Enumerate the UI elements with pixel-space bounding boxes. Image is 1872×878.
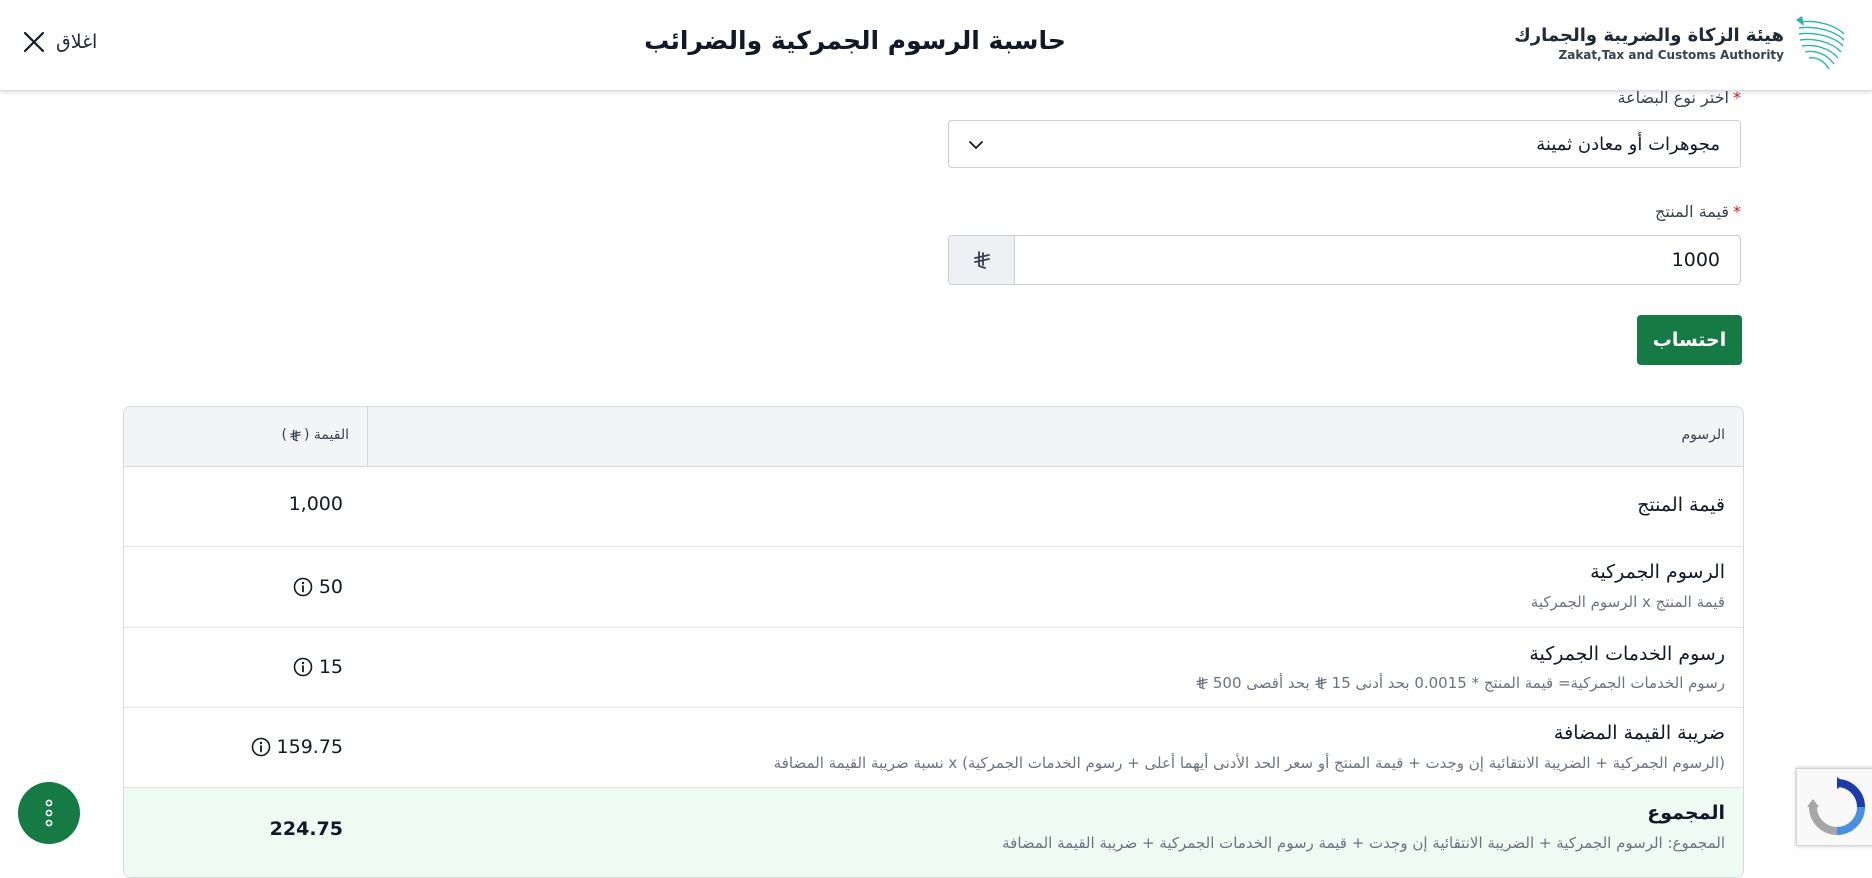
row-title: قيمة المنتج (1637, 494, 1725, 516)
riyal-icon (1315, 676, 1327, 690)
currency-addon (949, 236, 1015, 284)
riyal-icon (1196, 676, 1208, 690)
page-title: حاسبة الرسوم الجمركية والضرائب (644, 26, 1066, 55)
info-icon[interactable] (293, 657, 313, 677)
info-icon[interactable] (293, 577, 313, 597)
table-row: ضريبة القيمة المضافة (الرسوم الجمركية + … (124, 708, 1743, 788)
table-row: قيمة المنتج 1,000 (124, 467, 1743, 547)
product-value-label: *قيمة المنتج (1655, 202, 1741, 221)
row-value: 15 (293, 656, 343, 678)
logo-arabic-name: هيئة الزكاة والضريبة والجمارك (1514, 25, 1784, 46)
header-divider (367, 407, 368, 466)
row-description: رسوم الخدمات الجمركية= قيمة المنتج * 0.0… (1195, 674, 1725, 692)
goods-type-value: مجوهرات أو معادن ثمينة (1536, 134, 1720, 155)
row-value: 50 (293, 576, 343, 598)
info-icon[interactable] (251, 737, 271, 757)
required-mark: * (1733, 202, 1741, 221)
recaptcha-icon (1807, 777, 1865, 835)
table-row: الرسوم الجمركية قيمة المنتج x الرسوم الج… (124, 547, 1743, 628)
row-description: (الرسوم الجمركية + الضريبة الانتقائية إن… (773, 754, 1725, 772)
goods-type-select[interactable]: مجوهرات أو معادن ثمينة (948, 120, 1741, 168)
table-row: رسوم الخدمات الجمركية رسوم الخدمات الجمر… (124, 628, 1743, 708)
chevron-down-icon (969, 141, 983, 150)
row-title: الرسوم الجمركية (1590, 561, 1725, 583)
logo-english-name: Zakat,Tax and Customs Authority (1558, 48, 1784, 62)
recaptcha-badge[interactable] (1796, 768, 1872, 846)
riyal-icon (290, 429, 301, 441)
row-value: 1,000 (288, 493, 343, 515)
row-value: 159.75 (251, 736, 343, 758)
more-vertical-icon (45, 799, 53, 827)
zatca-logo: هيئة الزكاة والضريبة والجمارك Zakat,Tax … (1514, 14, 1848, 74)
row-title: المجموع (1647, 802, 1725, 824)
table-header: الرسوم القيمة ( ) (124, 407, 1743, 467)
more-options-button[interactable] (18, 782, 80, 844)
product-value-input[interactable]: 1000 (948, 235, 1741, 285)
zatca-logo-mark (1796, 16, 1845, 70)
header-fees: الرسوم (1681, 427, 1725, 443)
row-title: ضريبة القيمة المضافة (1553, 722, 1725, 744)
row-value: 224.75 (269, 818, 343, 840)
header-value: القيمة ( ) (281, 427, 349, 443)
row-title: رسوم الخدمات الجمركية (1529, 643, 1725, 665)
row-description: قيمة المنتج x الرسوم الجمركية (1530, 593, 1725, 611)
row-description: المجموع: الرسوم الجمركية + الضريبة الانت… (1002, 834, 1725, 852)
table-row-total: المجموع المجموع: الرسوم الجمركية + الضري… (124, 788, 1743, 877)
calculate-button[interactable]: احتساب (1637, 315, 1742, 365)
product-value: 1000 (1671, 249, 1720, 271)
header: اغلاق حاسبة الرسوم الجمركية والضرائب هيئ… (0, 0, 1872, 91)
riyal-icon (973, 251, 990, 269)
fees-table: الرسوم القيمة ( ) قيمة المنتج 1,000 الرس… (123, 406, 1744, 878)
